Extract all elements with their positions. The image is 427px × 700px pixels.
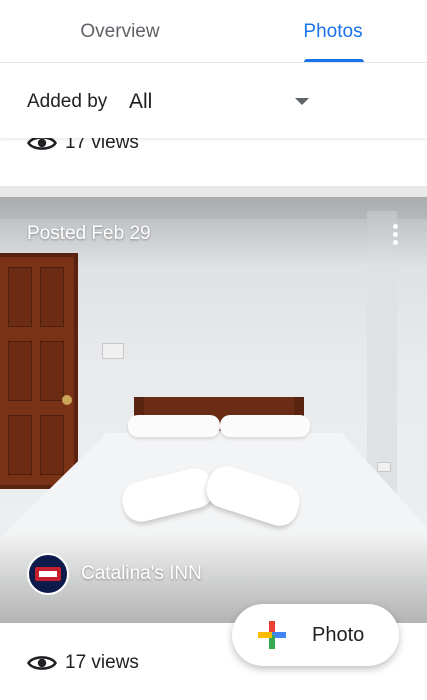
wall-outlet [377, 462, 391, 472]
photo-door [0, 253, 78, 489]
google-plus-icon [258, 621, 286, 649]
pillow [128, 415, 220, 437]
more-dot [392, 223, 398, 229]
photo-card-views: 17 views [27, 652, 139, 674]
avatar-logo-stripe [39, 571, 57, 577]
more-dot [392, 231, 398, 237]
filter-value[interactable]: All [129, 90, 152, 114]
photo-card-image[interactable]: Posted Feb 29 Catalina's INN [0, 197, 427, 623]
tab-photos[interactable]: Photos [288, 0, 378, 63]
photo-author[interactable]: Catalina's INN [27, 553, 202, 595]
more-dot [392, 239, 398, 245]
pillow [220, 415, 310, 437]
views-count: 17 views [65, 652, 139, 673]
eye-icon [27, 656, 57, 670]
add-photo-label: Photo [312, 624, 365, 646]
door-panel [8, 267, 32, 327]
light-switch [102, 343, 124, 359]
add-photo-button[interactable]: Photo [232, 604, 399, 666]
door-knob [62, 395, 72, 405]
door-panel [40, 341, 64, 401]
more-vert-icon[interactable] [384, 219, 406, 249]
door-panel [8, 341, 32, 401]
door-panel [8, 415, 32, 475]
active-tab-indicator [304, 59, 364, 62]
tab-bar: Overview Photos [0, 0, 427, 63]
added-by-filter[interactable]: Added by All [0, 64, 427, 138]
door-panel [40, 415, 64, 475]
dropdown-arrow-icon[interactable] [295, 98, 309, 105]
filter-label: Added by [27, 91, 108, 112]
posted-date: Posted Feb 29 [27, 223, 151, 244]
avatar[interactable] [27, 553, 69, 595]
author-name[interactable]: Catalina's INN [81, 563, 202, 585]
door-panel [40, 267, 64, 327]
tab-overview[interactable]: Overview [50, 0, 190, 63]
